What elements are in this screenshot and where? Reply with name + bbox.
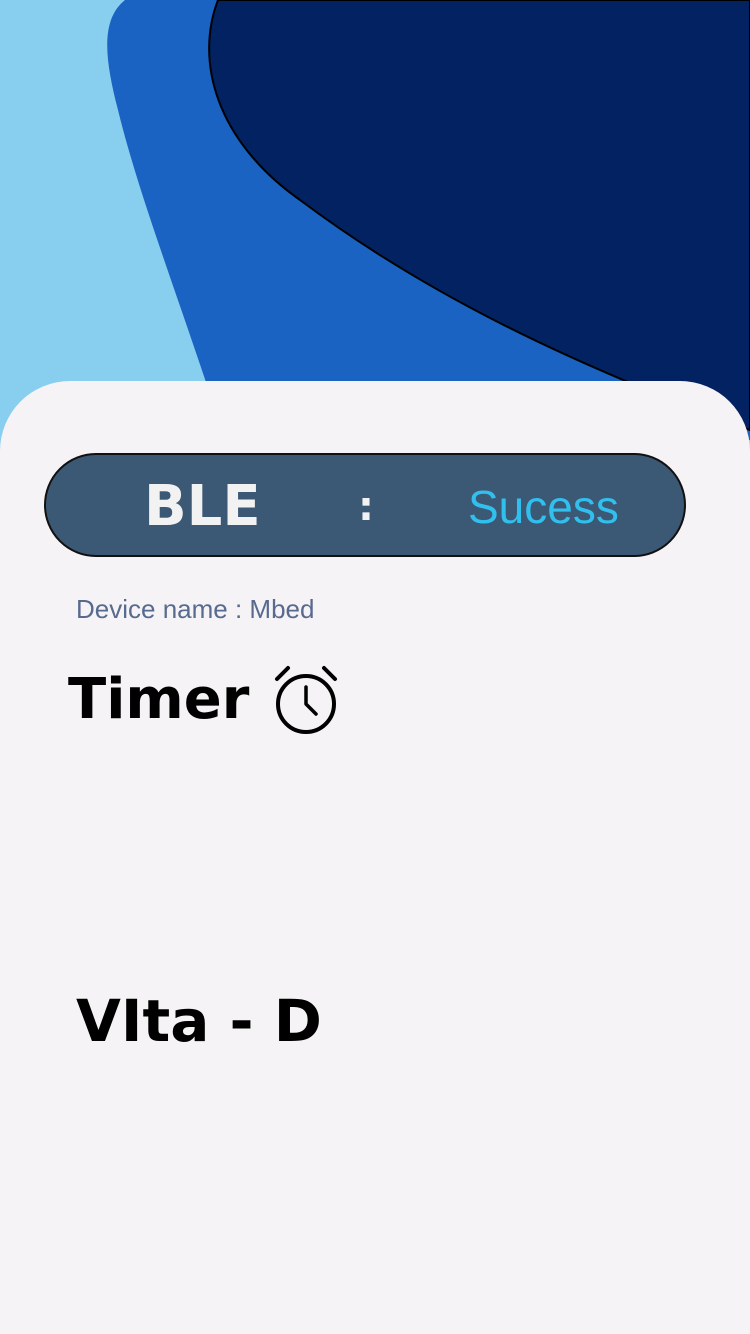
ble-status-value: Sucess <box>468 481 619 533</box>
timer-title: Timer <box>68 667 250 732</box>
device-name-label: Device name : Mbed <box>76 594 315 624</box>
vita-d-title: VIta - D <box>76 987 322 1055</box>
ble-status-pill: BLE : Sucess <box>44 453 686 557</box>
timer-header: Timer <box>68 660 341 740</box>
ble-label: BLE <box>144 474 261 539</box>
alarm-clock-icon <box>275 666 338 734</box>
ble-separator: : <box>358 484 374 530</box>
